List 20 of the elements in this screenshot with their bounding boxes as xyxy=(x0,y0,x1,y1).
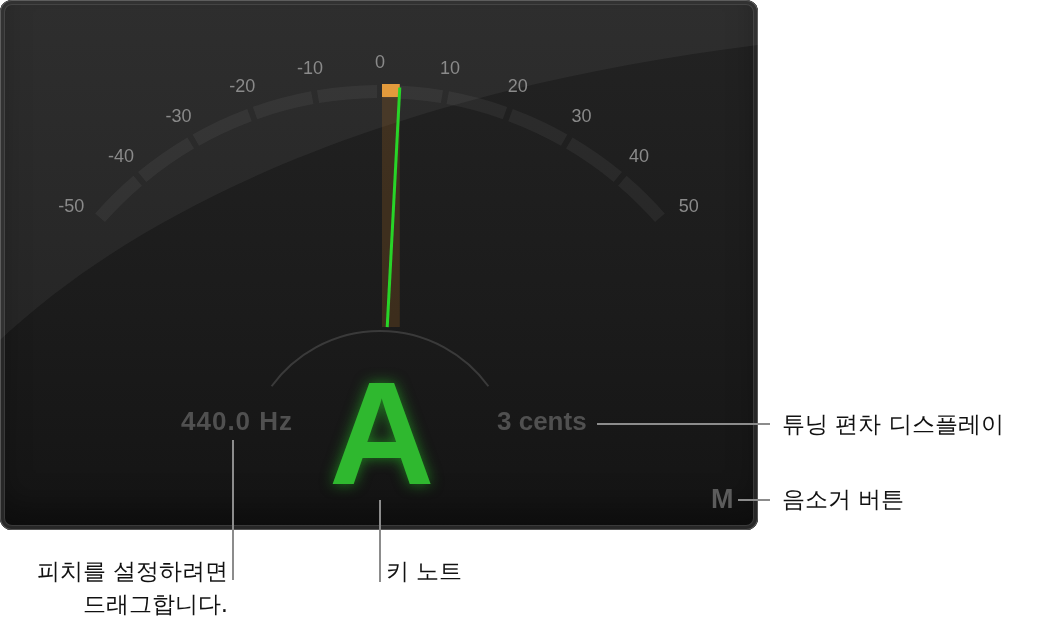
callout-line xyxy=(738,499,770,501)
mute-button[interactable]: M xyxy=(711,486,734,513)
tick-label: 10 xyxy=(439,58,460,79)
tick-label: 40 xyxy=(629,146,650,167)
callout-text: 키 노트 xyxy=(386,557,464,586)
deviation-readout: 3 cents xyxy=(497,408,587,434)
tick-label: -20 xyxy=(229,76,256,97)
callout-text: 튜닝 편차 디스플레이 xyxy=(782,410,1005,439)
tick-label: 50 xyxy=(678,195,699,216)
tick-label: -40 xyxy=(107,146,134,167)
tick-label: -30 xyxy=(165,106,192,126)
reference-pitch[interactable]: 440.0 Hz xyxy=(181,408,294,434)
tick-label: 20 xyxy=(507,76,528,97)
callout-text: 음소거 버튼 xyxy=(782,485,906,514)
key-note: A xyxy=(329,361,435,507)
tick-label: -10 xyxy=(297,58,324,79)
tick-label: 0 xyxy=(375,52,385,72)
callout-text: 피치를 설정하려면 드래그합니다. xyxy=(35,557,228,619)
tick-label: -50 xyxy=(58,195,85,216)
tick-label: 30 xyxy=(571,106,592,126)
